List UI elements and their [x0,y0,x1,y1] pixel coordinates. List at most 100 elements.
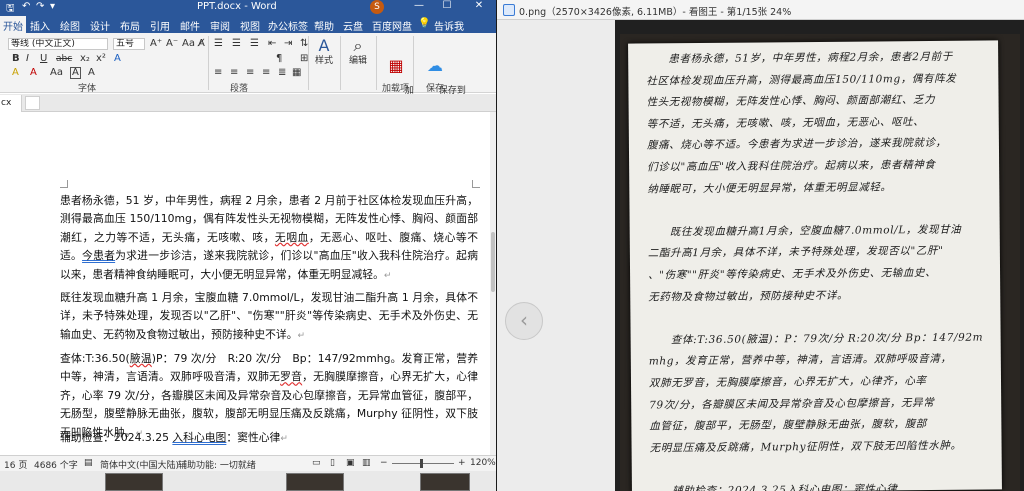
multilevel-list-icon[interactable]: ☰ [250,38,259,50]
focus-mode-icon[interactable]: ▭ [312,458,321,468]
justify-icon[interactable]: ≡ [262,67,270,79]
tab-office-tab[interactable]: 办公标签 [268,18,308,33]
maximize-button[interactable]: ☐ [436,0,458,11]
zoom-in-icon[interactable]: + [458,458,466,468]
image-thumbnail[interactable] [105,473,163,491]
tab-references[interactable]: 引用 [150,18,170,33]
word-window: 🖫 ↶ ↷ ▾ PPT.docx - Word S — ☐ ✕ 开始 插入 绘图… [0,0,496,491]
tab-cloud[interactable]: 云盘 [343,18,363,33]
zoom-slider-thumb[interactable] [420,459,423,468]
new-tab-button[interactable] [25,96,40,110]
shrink-font-icon[interactable]: A⁻ [166,38,178,50]
char-shading-button[interactable]: Aa [50,67,63,79]
handwritten-line [650,457,986,482]
document-tab[interactable]: cx [0,95,22,112]
numbering-icon[interactable]: ☰ [232,38,241,50]
italic-button[interactable]: I [26,53,29,65]
subscript-button[interactable]: x₂ [80,53,90,65]
tab-baidu-netdisk[interactable]: 百度网盘 [372,18,412,33]
document-tabs-bar: cx [0,94,496,112]
print-layout-icon[interactable]: ▣ [346,458,355,468]
shading-icon[interactable]: ▦ [292,67,301,79]
vertical-scrollbar[interactable] [490,112,496,455]
proofing-icon[interactable]: ▤ [84,458,93,468]
image-thumbnail[interactable] [420,473,470,491]
customize-qat-icon[interactable]: ▾ [50,1,55,12]
styles-button[interactable]: A 样式 [312,37,336,67]
user-avatar[interactable]: S [370,0,384,14]
align-right-icon[interactable]: ≡ [246,67,254,79]
page-count[interactable]: 16 页 [4,458,27,471]
chevron-left-icon[interactable]: ‹ [505,302,543,340]
tab-view[interactable]: 视图 [240,18,260,33]
font-name-select[interactable]: 等线 (中文正文) [8,38,108,50]
tab-home[interactable]: 开始 [0,16,26,33]
strikethrough-button[interactable]: abc [56,53,72,65]
char-border-button[interactable]: A [70,67,81,79]
word-count[interactable]: 4686 个字 [34,458,78,471]
document-page[interactable]: 患者杨永德，51 岁，中年男性，病程 2 月余，患者 2 月前于社区体检发现血压… [0,112,490,455]
align-center-icon[interactable]: ≡ [230,67,238,79]
minimize-button[interactable]: — [408,0,430,11]
tab-layout[interactable]: 布局 [120,18,140,33]
zoom-level[interactable]: 120% [470,458,496,468]
lightbulb-icon[interactable]: 💡 [418,18,430,29]
ribbon-divider [340,36,341,90]
underline-button[interactable]: U [40,53,47,65]
handwritten-line: 既往发现血糖升高1月余，空腹血糖7.0mmol/L，发现甘油 [647,223,962,239]
tab-draw[interactable]: 绘图 [60,18,80,33]
paragraph-past-history[interactable]: 既往发现血糖升高 1 月余，宝腹血糖 7.0mmol/L，发现甘油二酯升高 1 … [60,289,478,345]
tab-mailings[interactable]: 邮件 [180,18,200,33]
paragraph-aux-exam[interactable]: 辅助检查：2024.3.25 入科心电图：窦性心律↵ [60,429,478,448]
handwritten-line: mhg，发育正常，营养中等，神清，言语清。双肺呼吸音清， [648,353,952,368]
close-button[interactable]: ✕ [468,0,490,11]
word-title-bar: 🖫 ↶ ↷ ▾ PPT.docx - Word S — ☐ ✕ [0,0,496,16]
tell-me-search[interactable]: 告诉我 [434,18,464,33]
increase-indent-icon[interactable]: ⇥ [284,38,292,50]
paragraph-history[interactable]: 患者杨永德，51 岁，中年男性，病程 2 月余，患者 2 月前于社区体检发现血压… [60,192,478,285]
accessibility-status[interactable]: 辅助功能: 一切就绪 [178,458,256,471]
ribbon-divider [413,36,414,90]
grow-font-icon[interactable]: A⁺ [150,38,162,50]
tab-insert[interactable]: 插入 [30,18,50,33]
zoom-slider[interactable] [392,463,454,464]
margin-mark [60,180,68,188]
editing-button[interactable]: ⌕ 编辑 [346,37,370,67]
tab-help[interactable]: 帮助 [314,18,334,33]
font-color-button[interactable]: A [30,67,37,79]
ribbon-divider [376,36,377,90]
text-effects-button[interactable]: A [114,53,121,65]
enclose-char-button[interactable]: A [88,67,95,79]
bold-button[interactable]: B [12,53,20,65]
thumbnail-strip [0,471,496,491]
language-indicator[interactable]: 简体中文(中国大陆) [100,458,179,471]
read-mode-icon[interactable]: ▯ [330,458,335,468]
scrollbar-thumb[interactable] [491,232,495,292]
superscript-button[interactable]: x² [96,53,106,65]
font-size-select[interactable]: 五号 [113,38,145,50]
viewer-title-bar: 0.png（2570×3426像素, 6.11MB）- 看图王 - 第1/15张… [497,0,1024,20]
highlight-color-button[interactable]: A [12,67,19,79]
line-spacing-icon[interactable]: ≣ [278,67,286,79]
handwritten-line: 无药物及食物过敏出，预防接种史不详。 [648,289,849,303]
zoom-out-icon[interactable]: − [380,458,388,468]
align-left-icon[interactable]: ≡ [214,67,222,79]
ribbon-divider [208,36,209,90]
clear-format-icon[interactable]: A̸ [198,38,205,50]
web-layout-icon[interactable]: ▥ [362,458,371,468]
undo-icon[interactable]: ↶ [22,1,30,12]
show-marks-icon[interactable]: ¶ [276,53,282,65]
handwritten-photo[interactable]: 患者杨永德，51岁，中年男性，病程2月余，患者2月前于 社区体检发现血压升高，测得… [620,34,1020,491]
handwritten-line: 们诊以"高血压"收入我科住院治疗。起病以来，患者精神食 [647,158,936,174]
tab-design[interactable]: 设计 [90,18,110,33]
change-case-icon[interactable]: Aa [182,38,195,50]
tab-review[interactable]: 审阅 [210,18,230,33]
redo-icon[interactable]: ↷ [36,1,44,12]
bullets-icon[interactable]: ☰ [214,38,223,50]
handwritten-line: 腹痛、烧心等不适。今患者为求进一步诊治，遂来我院就诊， [646,137,947,152]
decrease-indent-icon[interactable]: ⇤ [268,38,276,50]
image-file-icon [503,4,515,16]
desktop: 🖫 ↶ ↷ ▾ PPT.docx - Word S — ☐ ✕ 开始 插入 绘图… [0,0,1024,491]
save-group-label: 保存 [426,84,445,94]
image-thumbnail[interactable] [286,473,344,491]
